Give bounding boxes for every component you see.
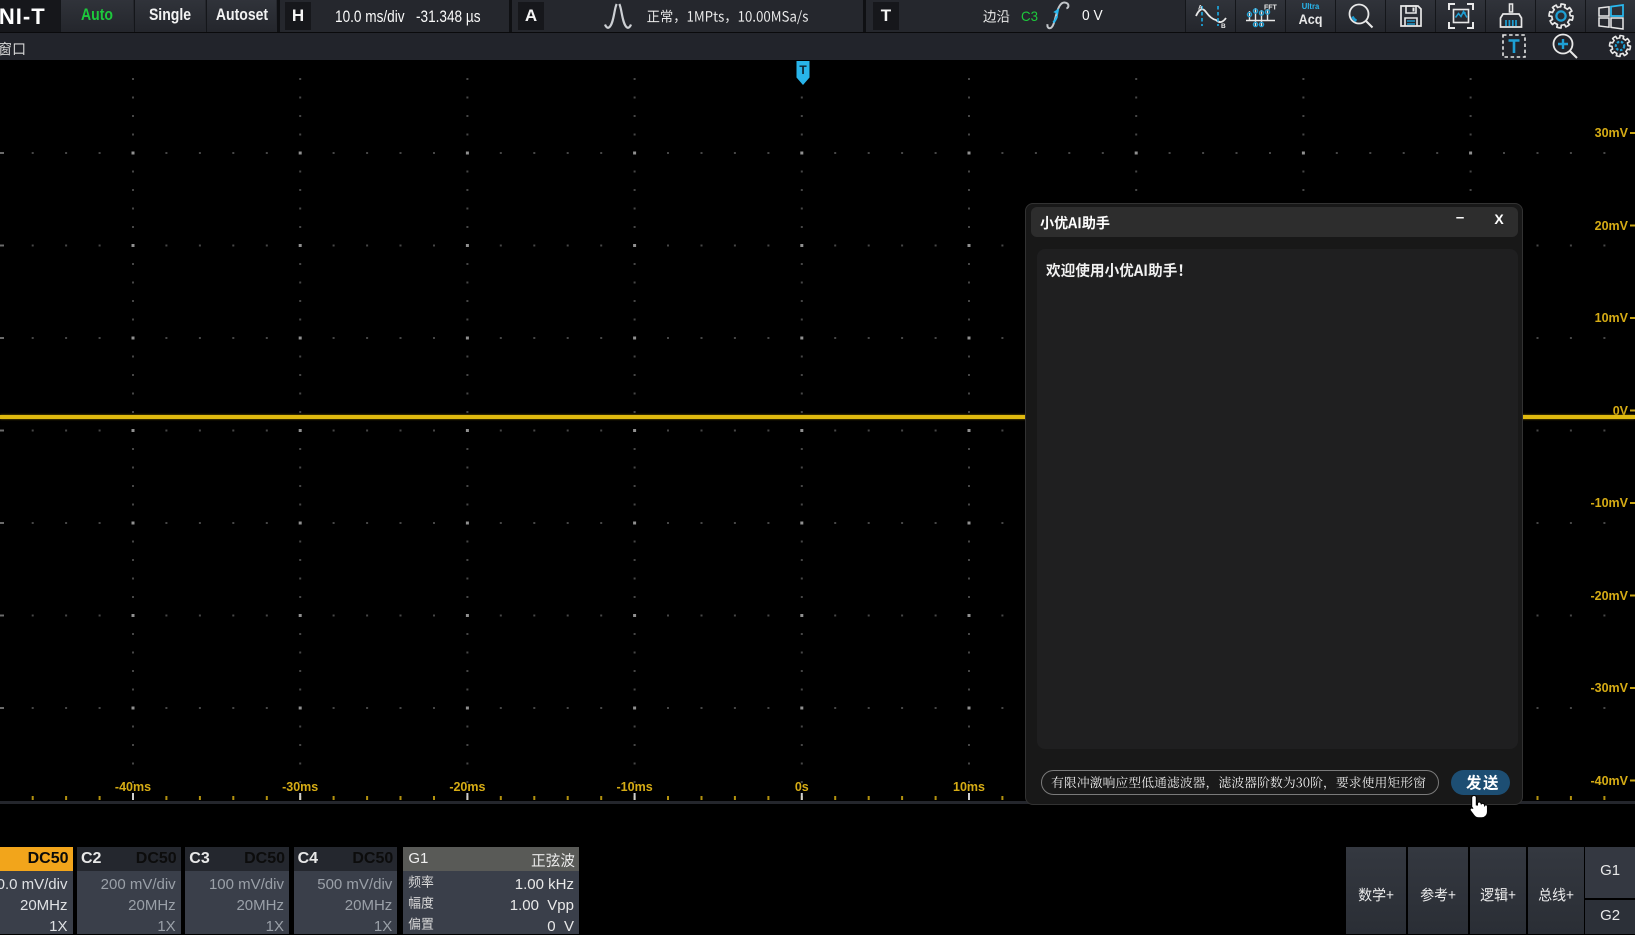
- svg-text:T: T: [799, 63, 807, 77]
